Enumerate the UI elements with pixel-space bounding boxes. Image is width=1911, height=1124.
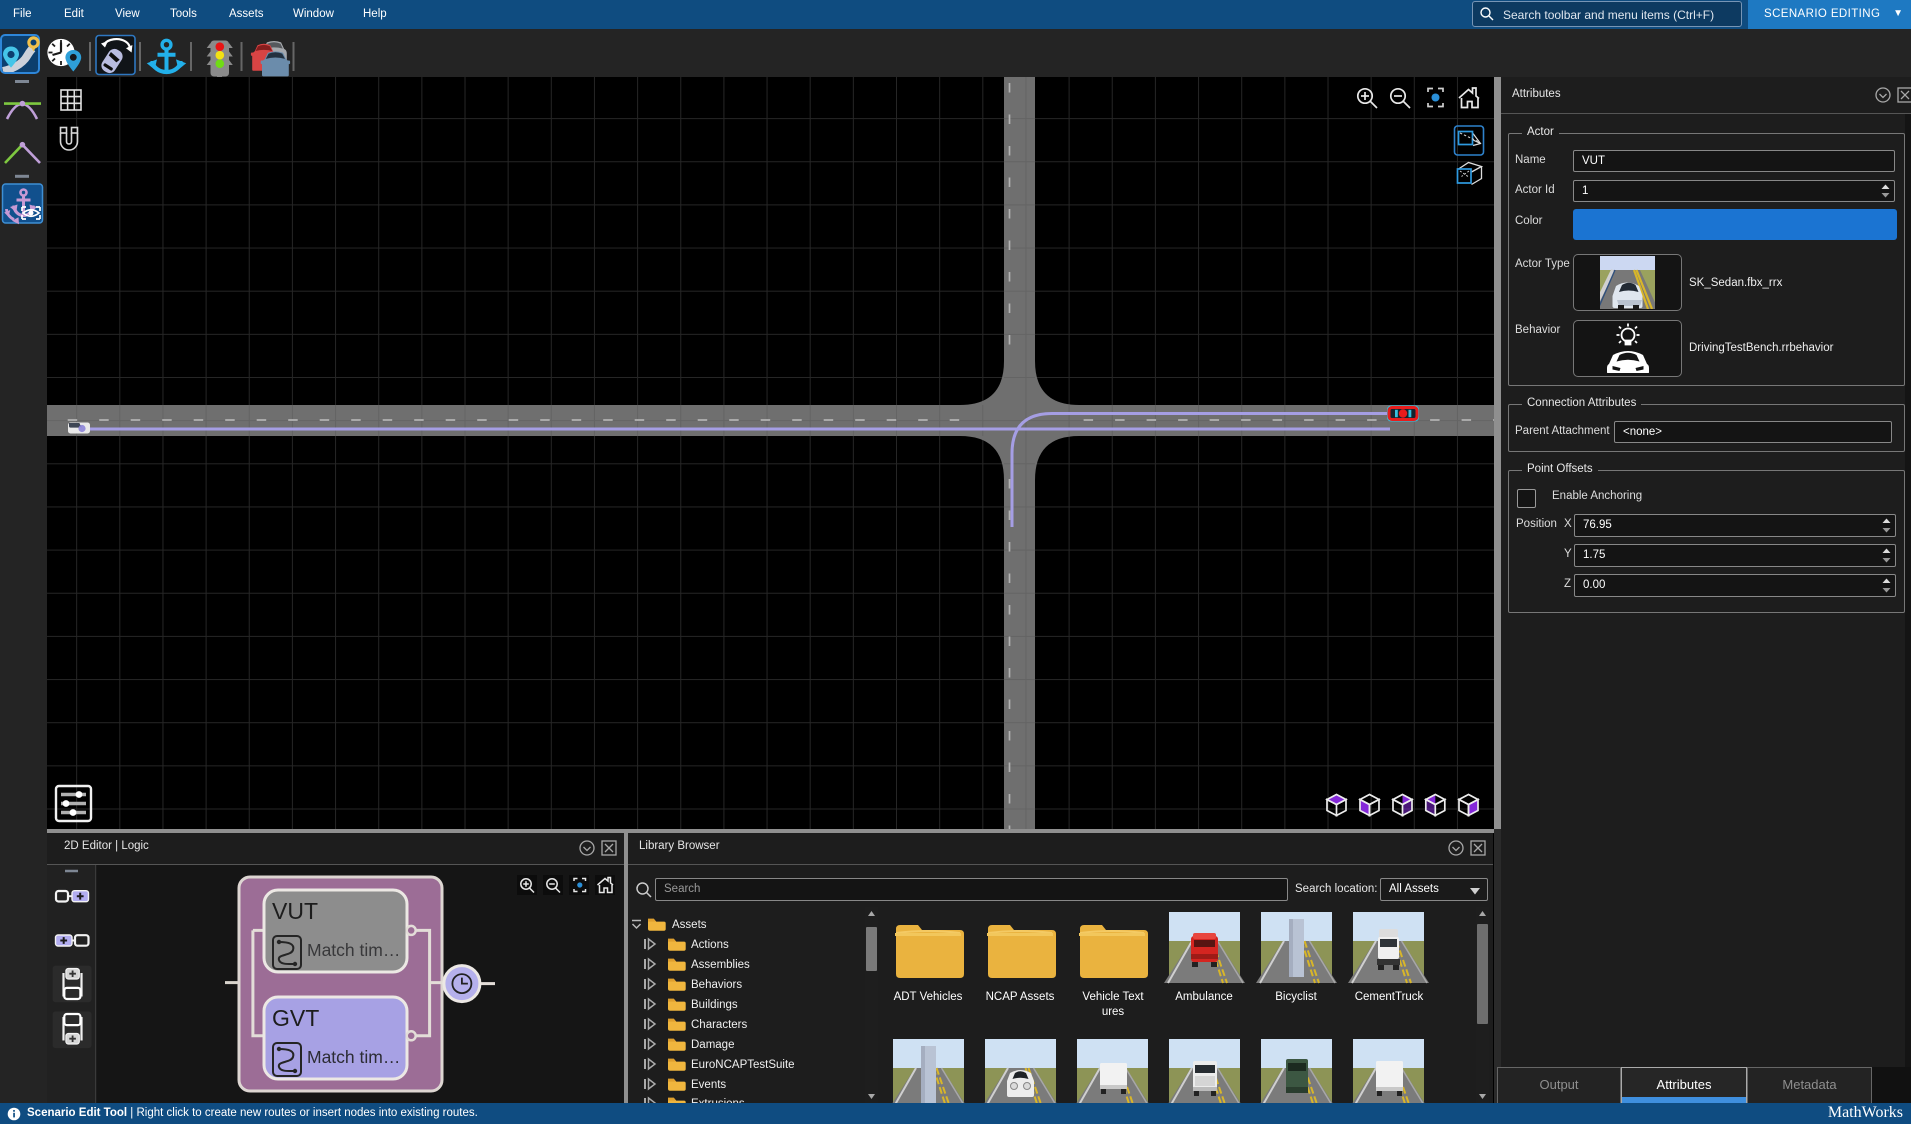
svg-text:Buildings: Buildings (691, 999, 738, 1011)
svg-text:VUT: VUT (272, 898, 318, 924)
svg-text:Damage: Damage (691, 1039, 734, 1051)
svg-text:ADT Vehicles: ADT Vehicles (894, 991, 963, 1003)
svg-text:NCAP Assets: NCAP Assets (986, 991, 1055, 1003)
svg-text:Characters: Characters (691, 1019, 747, 1031)
svg-text:EuroNCAPTestSuite: EuroNCAPTestSuite (691, 1059, 795, 1071)
svg-text:Events: Events (691, 1079, 726, 1091)
svg-text:Assemblies: Assemblies (691, 959, 750, 971)
svg-text:Actions: Actions (691, 939, 729, 951)
svg-text:Bicyclist: Bicyclist (1275, 991, 1317, 1003)
svg-text:GVT: GVT (272, 1005, 319, 1031)
svg-text:ures: ures (1102, 1006, 1125, 1018)
svg-text:Assets: Assets (672, 919, 707, 931)
svg-text:Ambulance: Ambulance (1175, 991, 1233, 1003)
svg-text:Behaviors: Behaviors (691, 979, 742, 991)
svg-text:Match tim…: Match tim… (307, 940, 400, 960)
svg-text:Vehicle Text: Vehicle Text (1082, 991, 1144, 1003)
svg-text:CementTruck: CementTruck (1355, 991, 1424, 1003)
svg-text:Match tim…: Match tim… (307, 1047, 400, 1067)
